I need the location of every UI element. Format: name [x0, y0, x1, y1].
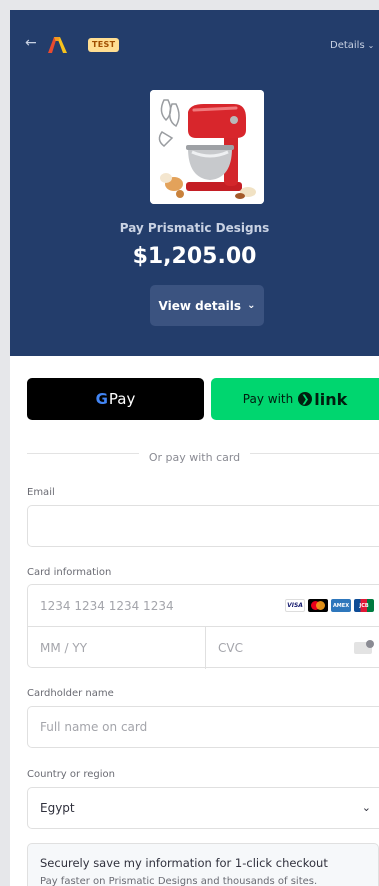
back-arrow-icon[interactable]: ←: [25, 36, 37, 50]
card-number-placeholder: 1234 1234 1234 1234: [40, 598, 174, 613]
jcb-icon: JCB: [354, 599, 374, 612]
cvc-placeholder: CVC: [218, 641, 243, 655]
country-select[interactable]: Egypt ⌄: [27, 787, 379, 829]
link-prefix: Pay with: [242, 392, 294, 406]
gpay-label: Pay: [108, 390, 136, 408]
order-summary-header: ← TEST Details ⌄ Pay Prismatic Designs $…: [10, 10, 379, 356]
email-field[interactable]: [27, 505, 379, 547]
link-logo: ❯ link: [298, 390, 347, 409]
divider-text: Or pay with card: [138, 451, 251, 464]
expiry-placeholder: MM / YY: [40, 641, 88, 655]
amex-icon: AMEX: [331, 599, 351, 612]
pay-with-link-button[interactable]: Pay with ❯ link: [211, 378, 379, 420]
test-mode-badge: TEST: [88, 38, 120, 52]
cardholder-placeholder: Full name on card: [40, 720, 148, 734]
cardholder-label: Cardholder name: [27, 688, 114, 699]
country-label: Country or region: [27, 769, 115, 780]
merchant-logo-icon: [48, 37, 67, 53]
save-info-title: Securely save my information for 1-click…: [40, 856, 328, 870]
email-label: Email: [27, 487, 55, 498]
card-info-label: Card information: [27, 567, 112, 578]
google-g-icon: G: [95, 390, 108, 408]
checkout-page: ← TEST Details ⌄ Pay Prismatic Designs $…: [10, 10, 379, 886]
divider-label: Or pay with card: [10, 446, 379, 465]
google-pay-button[interactable]: G Pay: [27, 378, 204, 420]
expiry-input[interactable]: MM / YY: [28, 627, 206, 669]
link-brand: link: [314, 389, 348, 409]
cardholder-name-input[interactable]: Full name on card: [27, 706, 379, 748]
save-info-subtitle: Pay faster on Prismatic Designs and thou…: [40, 876, 318, 886]
details-toggle[interactable]: Details ⌄: [330, 40, 374, 51]
view-details-label: View details: [158, 298, 242, 313]
chevron-down-icon: ⌄: [361, 801, 371, 814]
chevron-down-icon: ⌄: [367, 41, 375, 50]
view-details-button[interactable]: View details ⌄: [150, 285, 264, 326]
mastercard-icon: [308, 599, 328, 612]
link-arrow-icon: ❯: [298, 392, 313, 406]
card-brand-icons: VISA AMEX JCB: [285, 599, 374, 612]
merchant-pay-line: Pay Prismatic Designs: [119, 221, 270, 235]
save-info-checkbox-area[interactable]: Securely save my information for 1-click…: [27, 843, 379, 886]
country-value: Egypt: [40, 801, 75, 815]
card-number-input[interactable]: 1234 1234 1234 1234 VISA AMEX JCB: [28, 585, 379, 627]
chevron-down-icon: ⌄: [247, 300, 256, 311]
card-information-group: 1234 1234 1234 1234 VISA AMEX JCB MM / Y…: [27, 584, 379, 669]
cvc-card-icon: [354, 640, 374, 654]
details-label: Details: [330, 40, 365, 51]
product-image: [150, 90, 264, 204]
total-amount: $1,205.00: [132, 244, 257, 269]
cvc-input[interactable]: CVC: [206, 627, 379, 669]
visa-icon: VISA: [285, 599, 305, 612]
stand-mixer-illustration: [150, 90, 264, 204]
